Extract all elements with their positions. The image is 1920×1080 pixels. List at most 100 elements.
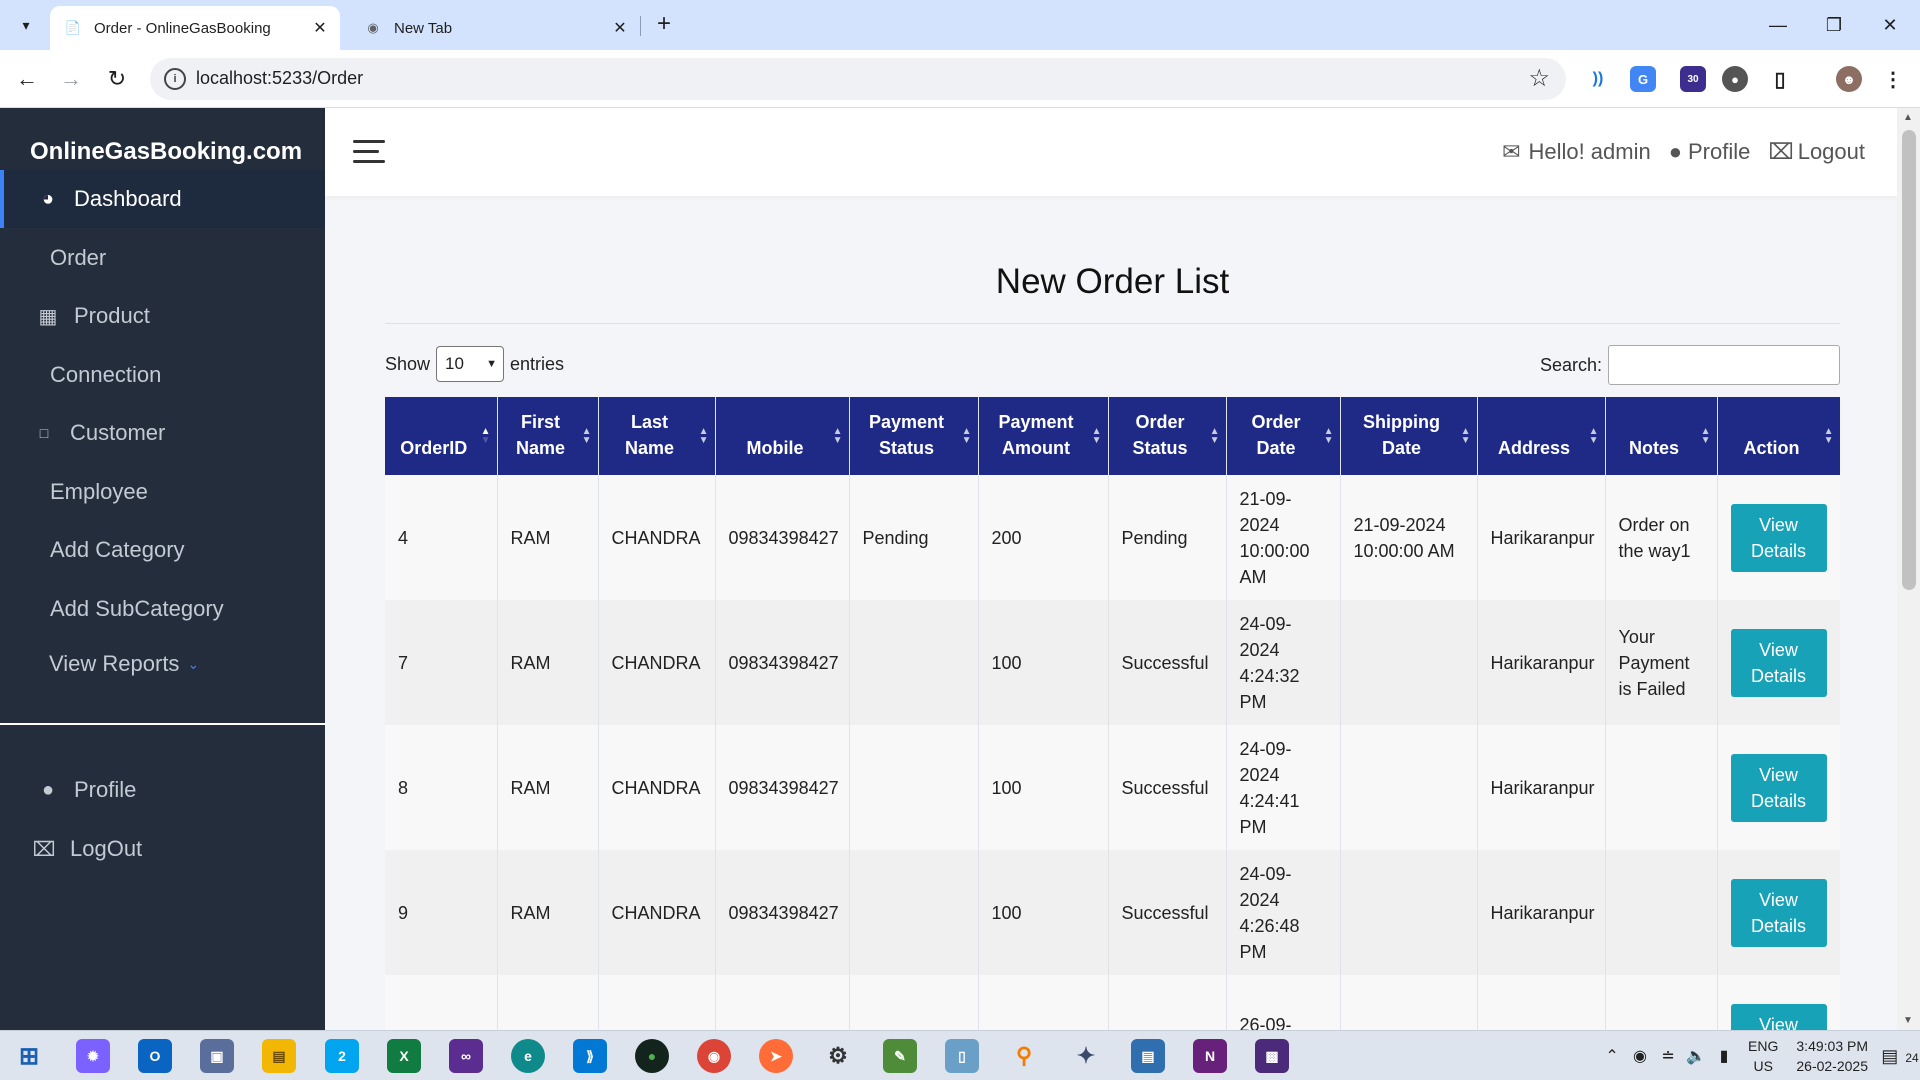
language-indicator[interactable]: ENG US [1748,1036,1778,1076]
sidebar-item-customer[interactable]: □ Customer [0,404,325,462]
sidebar-item-employee[interactable]: Employee [0,463,325,521]
compass-icon[interactable]: ✦ [1069,1039,1103,1073]
clock-date: 26-02-2025 [1796,1058,1868,1074]
reload-icon[interactable]: ↻ [100,62,134,96]
column-header-address[interactable]: Address ▲ ▼ [1477,397,1606,475]
notes-app-icon[interactable]: ▤ [1131,1039,1165,1073]
windows-start-icon[interactable]: ⊞ [12,1039,46,1073]
column-header-payment-status[interactable]: Payment Status ▲ ▼ [849,397,979,475]
tab-list-button[interactable]: ▾ [12,11,40,39]
new-tab-button[interactable]: + [650,11,678,39]
hamburger-menu-icon[interactable] [353,140,385,164]
sidebar-item-order[interactable]: Order [0,229,325,287]
sidebar-item-logout[interactable]: ⌧ LogOut [0,820,325,878]
excel-icon[interactable]: X [387,1039,421,1073]
sidebar-item-label: Dashboard [74,186,182,211]
column-header-orderid[interactable]: OrderID ▲ ▼ [385,397,498,475]
battery-icon[interactable]: ▮ [1710,1046,1738,1066]
chevron-up-icon[interactable]: ⌃ [1598,1046,1626,1066]
scroll-down-icon[interactable]: ▼ [1903,1015,1913,1026]
column-header-order-status[interactable]: Order Status ▲ ▼ [1108,397,1227,475]
search-magnifier-icon[interactable]: ⚲ [1007,1039,1041,1073]
sidebar-item-dashboard[interactable]: ◕ Dashboard [0,170,325,228]
browser-tab-new[interactable]: ◉ New Tab ✕ [350,6,640,50]
page-title: New Order List [995,262,1230,301]
column-header-action[interactable]: Action ▲ ▼ [1717,397,1840,475]
read-aloud-extension-icon[interactable]: )) [1585,66,1611,92]
column-header-shipping-date[interactable]: Shipping Date ▲ ▼ [1340,397,1478,475]
sidebar-item-product[interactable]: ▦ Product [0,287,325,345]
mongodb-icon[interactable]: ● [635,1039,669,1073]
address-bar[interactable]: i localhost:5233/Order ☆ [150,58,1566,100]
outlook-icon[interactable]: O [138,1039,172,1073]
view-details-button[interactable]: View Details [1730,503,1827,572]
vscode-icon[interactable]: ⟫ [573,1039,607,1073]
graduation-extension-icon[interactable]: 30 [1680,66,1706,92]
visual-studio-icon[interactable]: ∞ [449,1039,483,1073]
skype-icon[interactable]: 2 [325,1039,359,1073]
view-details-button[interactable]: View Details [1730,628,1827,697]
system-clock[interactable]: 3:49:03 PM 26-02-2025 [1796,1036,1868,1076]
cell-order-date: 24-09-2024 4:24:41 PM [1226,725,1341,850]
extension-icon[interactable]: ● [1722,66,1748,92]
browser-tab-order[interactable]: 📄 Order - OnlineGasBooking ✕ [50,6,340,50]
view-details-button[interactable]: View Details [1730,1003,1827,1030]
translate-extension-icon[interactable]: G [1630,66,1656,92]
visual-studio-purple-icon[interactable]: N [1193,1039,1227,1073]
brand-logo[interactable]: OnlineGasBooking.com [30,138,302,166]
avatar[interactable]: ☻ [1836,66,1862,92]
terminal-icon[interactable]: ▩ [1255,1039,1289,1073]
postman-icon[interactable]: ➤ [759,1039,793,1073]
scrollbar-thumb[interactable] [1902,130,1916,590]
sidebar-item-add-category[interactable]: Add Category [0,521,325,579]
remote-desktop-icon[interactable]: ▣ [200,1039,234,1073]
search-input[interactable] [1608,345,1840,385]
notepad-plus-icon[interactable]: ✎ [883,1039,917,1073]
sidebar-item-label: Employee [50,479,148,504]
column-header-last-name[interactable]: Last Name ▲ ▼ [598,397,716,475]
forward-arrow-icon[interactable]: → [54,62,88,96]
site-info-icon[interactable]: i [164,68,186,90]
sort-icon: ▲ ▼ [961,426,972,446]
column-header-first-name[interactable]: First Name ▲ ▼ [497,397,599,475]
close-icon[interactable]: ✕ [308,16,332,40]
window-close-icon[interactable]: ✕ [1870,8,1910,42]
copilot-icon[interactable]: ✹ [76,1039,110,1073]
file-explorer-icon[interactable]: ▤ [262,1039,296,1073]
column-header-mobile[interactable]: Mobile ▲ ▼ [715,397,850,475]
puzzle-extensions-icon[interactable]: ▯ [1767,66,1793,92]
view-details-button[interactable]: View Details [1730,878,1827,947]
logout-link[interactable]: Logout [1798,139,1865,165]
column-header-order-date[interactable]: Order Date ▲ ▼ [1226,397,1341,475]
sidebar-item-profile[interactable]: ● Profile [0,761,325,819]
sidebar-item-connection[interactable]: Connection [0,346,325,404]
url-text[interactable]: localhost:5233/Order [196,68,363,89]
restore-icon[interactable]: ❐ [1814,8,1854,42]
clock-time: 3:49:03 PM [1796,1038,1868,1054]
back-arrow-icon[interactable]: ← [10,62,44,96]
view-details-button[interactable]: View Details [1730,753,1827,822]
cell-shipping-date: 21-09-2024 10:00:00 AM [1340,475,1478,600]
app-icon[interactable]: ▯ [945,1039,979,1073]
entries-select[interactable]: 10 ▼ [436,346,505,382]
bookmark-star-icon[interactable]: ☆ [1528,64,1550,93]
scroll-up-icon[interactable]: ▲ [1903,112,1913,123]
chrome-icon[interactable]: ◉ [697,1039,731,1073]
edge-icon[interactable]: e [511,1039,545,1073]
cell-payment-status [849,975,979,1030]
page-scrollbar[interactable]: ▲ ▼ [1897,108,1920,1030]
minimize-icon[interactable]: — [1758,8,1798,42]
close-icon[interactable]: ✕ [608,16,632,40]
notification-center[interactable]: ▤ 24 [1880,1046,1920,1067]
column-header-payment-amount[interactable]: Payment Amount ▲ ▼ [978,397,1109,475]
cell-order-date: 24-09-2024 4:24:32 PM [1226,600,1341,725]
vpn-icon[interactable]: ◉ [1626,1046,1654,1066]
sidebar-item-add-subcategory[interactable]: Add SubCategory [0,580,325,638]
menu-kebab-icon[interactable]: ⋮ [1880,66,1906,92]
volume-icon[interactable]: 🔈 [1682,1046,1710,1066]
sidebar-item-view-reports[interactable]: View Reports ⌄ [0,635,325,693]
column-header-notes[interactable]: Notes ▲ ▼ [1605,397,1718,475]
settings-gear-icon[interactable]: ⚙ [821,1039,855,1073]
wifi-icon[interactable]: ≐ [1654,1046,1682,1066]
profile-link[interactable]: Profile [1688,139,1750,165]
